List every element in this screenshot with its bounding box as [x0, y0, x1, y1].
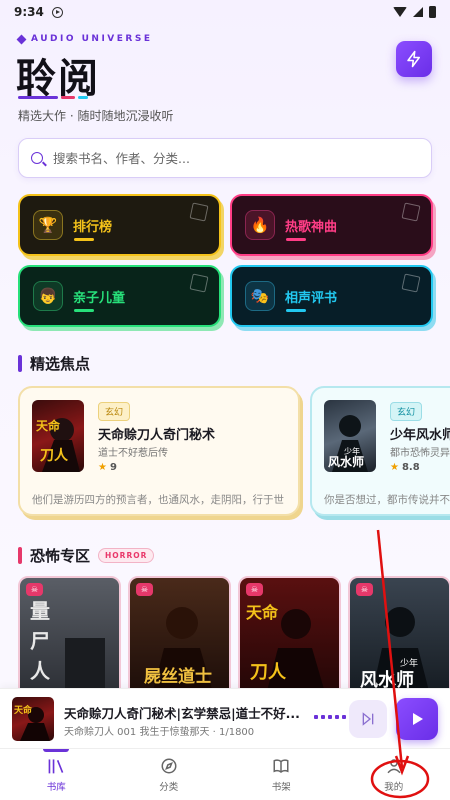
- battery-icon: [429, 6, 436, 18]
- section-title: 恐怖专区: [30, 547, 91, 565]
- lightning-icon: [407, 50, 420, 68]
- category-label: 相声评书: [285, 290, 338, 306]
- category-crosstalk[interactable]: 🎭 相声评书: [230, 265, 433, 327]
- player-subtitle: 天命赊刀人 001 我生于惊蛰那天 · 1/1800: [64, 727, 255, 738]
- svg-text:尸: 尸: [30, 629, 50, 653]
- horror-book-card[interactable]: ☠ 天命刀人: [238, 576, 341, 701]
- tab-label: 分类: [159, 781, 179, 793]
- recording-icon: [51, 6, 63, 18]
- search-bar[interactable]: [18, 138, 432, 178]
- child-icon: 👦: [33, 281, 63, 311]
- svg-text:量: 量: [30, 599, 50, 623]
- book-description: 他们是游历四方的预言者，也通风水，走阴阳，行于世: [32, 494, 284, 506]
- svg-text:风水师: 风水师: [328, 454, 364, 469]
- genre-badge: 玄幻: [390, 402, 423, 421]
- square-icon: [189, 273, 209, 293]
- svg-text:天命: 天命: [14, 704, 33, 716]
- featured-card[interactable]: 少年 风水师 玄幻 少年风水师 都市恐怖灵异 ★ 8.8 你是否想过，都市传说并不仅: [310, 386, 450, 516]
- featured-section-header: 精选焦点: [18, 353, 90, 374]
- page-subtitle: 精选大作 · 随时随地沉浸收听: [18, 109, 174, 123]
- square-icon: [189, 202, 209, 222]
- bottom-tab-bar: 书库 分类 书架 我的: [0, 748, 450, 800]
- star-icon: ★: [390, 462, 399, 473]
- skull-icon: ☠: [26, 583, 43, 596]
- book-rating: ★ 8.8: [390, 462, 420, 473]
- horror-book-card[interactable]: ☠ 屍丝道士: [128, 576, 231, 701]
- tab-label: 我的: [384, 781, 404, 793]
- library-icon: [48, 758, 64, 773]
- category-kids[interactable]: 👦 亲子儿童: [18, 265, 221, 327]
- category-label: 排行榜: [73, 219, 113, 235]
- book-cover: 天命刀人: [32, 400, 84, 472]
- book-title: 天命赊刀人奇门秘术: [98, 428, 216, 443]
- tab-label: 书架: [271, 781, 291, 793]
- section-title: 精选焦点: [30, 355, 91, 373]
- svg-text:少年: 少年: [400, 657, 418, 669]
- horror-book-card[interactable]: ☠ 量尸人: [18, 576, 121, 701]
- status-bar: 9:34: [0, 0, 450, 24]
- book-cover: 少年 风水师: [324, 400, 376, 472]
- category-ranking[interactable]: 🏆 排行榜: [18, 194, 221, 256]
- fire-icon: 🔥: [245, 210, 275, 240]
- category-label: 热歌神曲: [285, 219, 338, 235]
- brand-tag-text: AUDIO UNIVERSE: [31, 34, 153, 44]
- svg-text:天命: 天命: [36, 418, 61, 433]
- tab-bookshelf[interactable]: 书架: [225, 749, 338, 800]
- diamond-icon: [16, 34, 27, 44]
- skull-icon: ☠: [356, 583, 373, 596]
- svg-text:屍丝道士: 屍丝道士: [144, 666, 212, 687]
- featured-card[interactable]: 天命刀人 玄幻 天命赊刀人奇门秘术 道士不好惹后传 ★ 9 他们是游历四方的预言者…: [18, 386, 300, 516]
- tab-profile[interactable]: 我的: [338, 749, 450, 800]
- audio-wave-icon: [314, 715, 346, 719]
- square-icon: [401, 273, 421, 293]
- skull-icon: ☠: [246, 583, 263, 596]
- book-author: 都市恐怖灵异: [390, 448, 450, 459]
- compass-icon: [161, 758, 177, 773]
- brand-tag: AUDIO UNIVERSE: [16, 34, 153, 44]
- book-rating: ★ 9: [98, 462, 117, 473]
- category-hot-songs[interactable]: 🔥 热歌神曲: [230, 194, 433, 256]
- square-icon: [401, 202, 421, 222]
- search-icon: [31, 152, 43, 164]
- skip-next-icon: [362, 712, 374, 726]
- horror-section-header: 恐怖专区 HORROR: [18, 545, 155, 566]
- star-icon: ★: [98, 462, 107, 473]
- book-description: 你是否想过，都市传说并不仅: [324, 494, 450, 506]
- flash-button[interactable]: [396, 41, 432, 77]
- status-time: 9:34: [14, 5, 44, 19]
- tab-label: 书库: [46, 781, 66, 793]
- skull-icon: ☠: [136, 583, 153, 596]
- horror-badge: HORROR: [98, 548, 155, 563]
- title-underline: [18, 96, 88, 99]
- play-icon: [413, 713, 423, 725]
- player-title: 天命赊刀人奇门秘术|玄学禁忌|道士不好...: [64, 706, 300, 721]
- wifi-icon: [393, 7, 407, 17]
- svg-text:天命: 天命: [246, 603, 279, 622]
- mask-icon: 🎭: [245, 281, 275, 311]
- book-title: 少年风水师: [390, 428, 450, 443]
- player-thumbnail: 天命: [12, 697, 54, 741]
- svg-text:刀人: 刀人: [40, 447, 69, 464]
- signal-icon: [413, 7, 423, 17]
- book-icon: [273, 758, 289, 773]
- play-button[interactable]: [396, 698, 438, 740]
- genre-badge: 玄幻: [98, 402, 131, 421]
- search-input[interactable]: [53, 150, 431, 166]
- svg-text:刀人: 刀人: [250, 662, 287, 683]
- svg-text:人: 人: [30, 659, 51, 683]
- category-label: 亲子儿童: [73, 290, 126, 306]
- profile-icon: [387, 758, 401, 773]
- next-track-button[interactable]: [349, 700, 387, 738]
- tab-library[interactable]: 书库: [0, 749, 113, 800]
- book-author: 道士不好惹后传: [98, 448, 168, 459]
- trophy-icon: 🏆: [33, 210, 63, 240]
- tab-category[interactable]: 分类: [113, 749, 226, 800]
- horror-book-card[interactable]: ☠ 少年 风水师: [348, 576, 450, 701]
- mini-player[interactable]: 天命 天命赊刀人奇门秘术|玄学禁忌|道士不好... 天命赊刀人 001 我生于惊…: [0, 688, 450, 748]
